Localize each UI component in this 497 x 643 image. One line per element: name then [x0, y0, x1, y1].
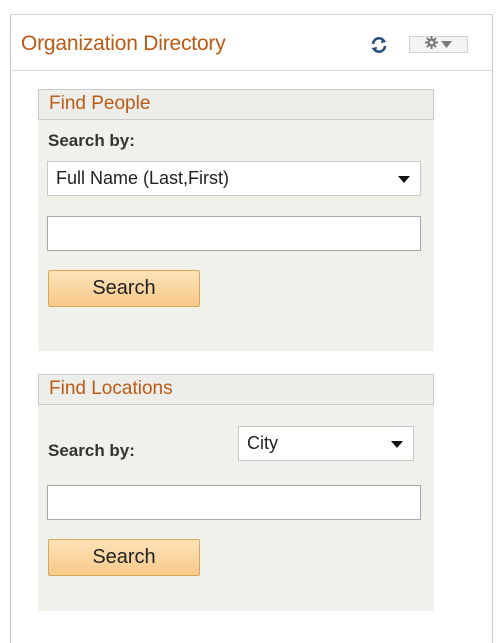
find-people-header: Find People	[38, 89, 434, 120]
find-locations-section: Find Locations Search by: City Search	[38, 374, 434, 611]
pagelet-title: Organization Directory	[21, 32, 226, 55]
actions-menu-button[interactable]	[409, 35, 468, 54]
organization-directory-pagelet: Organization Directory Find People Searc…	[10, 14, 493, 643]
locations-search-button[interactable]: Search	[48, 539, 200, 576]
find-locations-header: Find Locations	[38, 374, 434, 405]
gear-icon	[425, 35, 438, 54]
pagelet-header: Organization Directory	[11, 15, 492, 71]
people-search-by-select[interactable]: Full Name (Last,First)	[47, 161, 421, 196]
people-search-by-label: Search by:	[48, 131, 135, 150]
find-people-section: Find People Search by: Full Name (Last,F…	[38, 89, 434, 351]
people-search-input[interactable]	[47, 216, 421, 251]
chevron-down-icon	[391, 441, 403, 448]
locations-search-input[interactable]	[47, 485, 421, 520]
find-people-title: Find People	[49, 93, 151, 114]
locations-search-by-label: Search by:	[48, 441, 135, 460]
chevron-down-icon	[441, 36, 452, 54]
people-search-by-value: Full Name (Last,First)	[56, 168, 230, 188]
people-search-button[interactable]: Search	[48, 270, 200, 307]
find-locations-title: Find Locations	[49, 378, 173, 399]
refresh-icon[interactable]	[369, 35, 389, 55]
locations-search-by-value: City	[247, 433, 278, 453]
chevron-down-icon	[398, 176, 410, 183]
locations-search-by-select[interactable]: City	[238, 426, 414, 461]
